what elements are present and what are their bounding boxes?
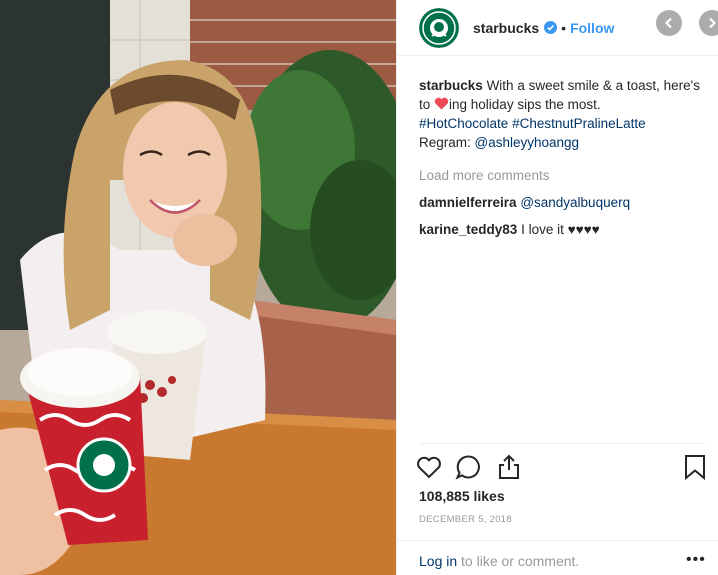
red-heart-emoji-icon bbox=[434, 97, 449, 110]
comment-item: karine_teddy83 I love it ♥♥♥♥ bbox=[419, 220, 704, 239]
chevron-right-icon bbox=[709, 17, 717, 29]
action-bar bbox=[415, 453, 711, 483]
actions-divider bbox=[419, 443, 705, 444]
speech-bubble-icon[interactable] bbox=[455, 453, 483, 481]
caption: starbucks With a sweet smile & a toast, … bbox=[419, 76, 704, 152]
chevron-left-icon bbox=[664, 17, 672, 29]
starbucks-logo-icon bbox=[419, 7, 459, 48]
hashtag-link[interactable]: #HotChocolate bbox=[419, 116, 508, 131]
post-date[interactable]: DECEMBER 5, 2018 bbox=[419, 514, 512, 525]
regram-mention-link[interactable]: @ashleyyhoangg bbox=[475, 135, 580, 150]
share-upload-icon[interactable] bbox=[495, 453, 523, 481]
caption-username[interactable]: starbucks bbox=[419, 78, 483, 93]
comment-mention-link[interactable]: @sandyalbuquerq bbox=[520, 195, 630, 210]
header-separator: • bbox=[561, 19, 567, 36]
caption-text-part2: ing holiday sips the most. bbox=[449, 97, 601, 112]
login-prompt-text: to like or comment. bbox=[461, 553, 580, 569]
heart-outline-icon[interactable] bbox=[415, 453, 443, 481]
post-photo-illustration bbox=[0, 0, 396, 575]
footer-divider bbox=[397, 540, 718, 541]
avatar[interactable] bbox=[419, 7, 459, 48]
verified-badge-icon bbox=[544, 21, 558, 34]
bookmark-icon[interactable] bbox=[681, 453, 709, 481]
header-username[interactable]: starbucks bbox=[473, 20, 539, 36]
post-details-panel: starbucks • Follow starbucks With a swee… bbox=[396, 0, 718, 575]
comments-section: starbucks With a sweet smile & a toast, … bbox=[419, 76, 704, 239]
load-more-comments-button[interactable]: Load more comments bbox=[419, 166, 704, 185]
previous-post-button[interactable] bbox=[656, 10, 682, 36]
more-options-button[interactable]: ••• bbox=[686, 551, 706, 569]
comment-username[interactable]: damnielferreira bbox=[419, 195, 517, 210]
hashtag-link[interactable]: #ChestnutPralineLatte bbox=[512, 116, 646, 131]
likes-count[interactable]: 108,885 likes bbox=[419, 488, 505, 504]
regram-label: Regram: bbox=[419, 135, 471, 150]
post-photo[interactable] bbox=[0, 0, 396, 575]
next-post-button[interactable] bbox=[699, 10, 718, 36]
comment-text: I love it bbox=[521, 222, 564, 237]
follow-button[interactable]: Follow bbox=[570, 20, 614, 36]
comment-username[interactable]: karine_teddy83 bbox=[419, 222, 517, 237]
comment-item: damnielferreira @sandyalbuquerq bbox=[419, 193, 704, 212]
login-link[interactable]: Log in bbox=[419, 553, 457, 569]
login-prompt: Log in to like or comment. bbox=[419, 553, 579, 569]
comment-hearts: ♥♥♥♥ bbox=[567, 222, 600, 237]
